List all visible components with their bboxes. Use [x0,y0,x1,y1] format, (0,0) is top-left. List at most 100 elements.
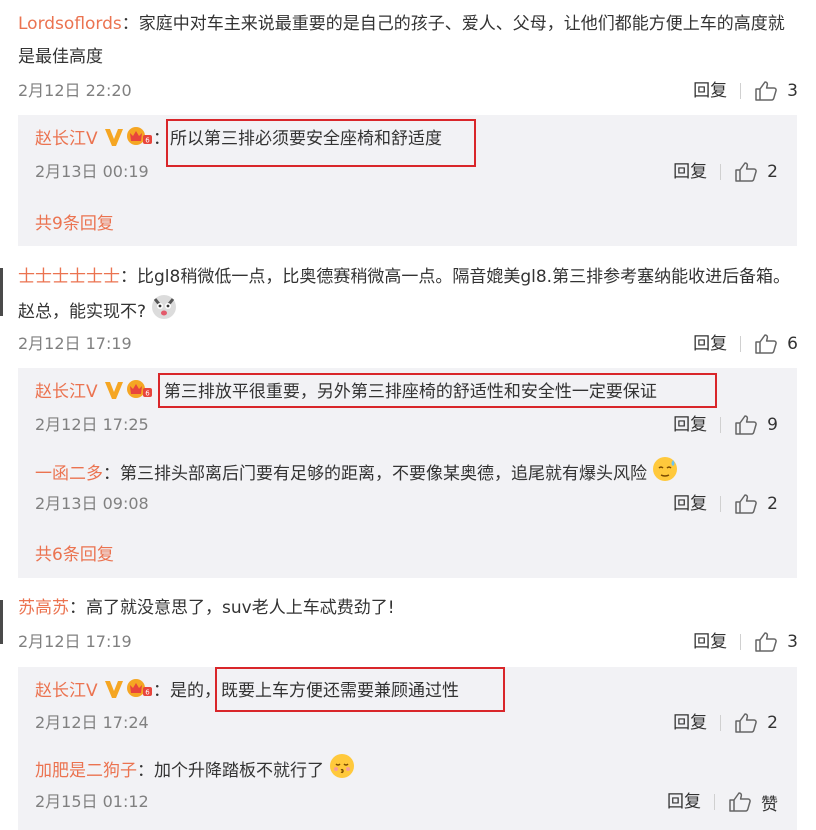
reply-button[interactable]: 回复 [693,629,727,655]
comment-actions: 回复 6 [693,331,798,357]
thumbs-up-icon [735,415,758,435]
svg-text:6: 6 [145,390,150,398]
like-count: 赞 [761,794,778,815]
thumbs-up-icon [755,81,778,101]
like-count: 2 [767,713,778,733]
comment-text: 士士士士士士：比gl8稍微低一点，比奥德赛稍微高一点。隔音媲美gl8.第三排参考… [18,261,798,332]
divider [740,634,742,650]
reply-time: 2月15日 01:12 [35,792,149,811]
sweat-emoji-icon [652,456,678,492]
reply-meta: 2月15日 01:12 回复 赞 [35,789,778,815]
comment-actions: 回复 3 [693,629,798,655]
comment-meta: 2月12日 17:19 回复 3 [18,629,798,655]
like-button[interactable]: 3 [755,632,798,652]
verified-v-icon [103,380,125,410]
verified-v-icon [103,127,125,157]
reply-button[interactable]: 回复 [673,710,707,736]
reply-body: ：第三排头部离后门要有足够的距离，不要像某奥德，追尾就有爆头风险 [103,464,647,484]
reply-actions: 回复 9 [673,412,778,438]
reply-actions: 回复 2 [673,710,778,736]
like-button[interactable]: 赞 [729,790,778,815]
like-count: 3 [787,81,798,101]
reply-body: ：加个升降踏板不就行了 [137,761,324,781]
reply-button[interactable]: 回复 [667,789,701,815]
reply-meta: 2月12日 17:24 回复 2 [35,710,778,736]
reply-actions: 回复 赞 [667,789,778,815]
reply-button[interactable]: 回复 [673,491,707,517]
like-count: 2 [767,162,778,182]
more-replies-link[interactable]: 共6条回复 [35,540,114,565]
vip-crown-icon: 6 [125,125,153,157]
comment-username[interactable]: 士士士士士士 [18,267,120,287]
reply-prefix: ：是的， [153,681,222,701]
highlight-box [158,373,717,408]
reply-button[interactable]: 回复 [693,331,727,357]
like-count: 2 [767,494,778,514]
reply-text: 加肥是二狗子：加个升降踏板不就行了 [35,753,355,789]
comment-time: 2月12日 22:20 [18,81,132,100]
reply-meta: 2月12日 17:25 回复 9 [35,412,778,438]
comment-meta: 2月12日 22:20 回复 3 [18,78,798,104]
reply-actions: 回复 2 [673,159,778,185]
highlight-box [166,119,476,167]
divider [720,496,722,512]
comment-text: 苏高苏：高了就没意思了，suv老人上车忒费劲了! [18,592,798,625]
thumbs-up-icon [735,713,758,733]
verified-v-icon [103,679,125,709]
divider [720,164,722,180]
husky-emoji-icon [151,294,177,332]
reply-username[interactable]: 赵长江V [35,129,98,149]
thumbs-up-icon [735,494,758,514]
reply-text: 一函二多：第三排头部离后门要有足够的距离，不要像某奥德，追尾就有爆头风险 [35,456,678,492]
like-count: 3 [787,632,798,652]
thumbs-up-icon [729,792,751,812]
divider [720,417,722,433]
like-count: 6 [787,334,798,354]
vip-crown-icon: 6 [125,677,153,709]
divider [714,794,715,810]
comment-time: 2月12日 17:19 [18,632,132,651]
divider [740,336,742,352]
comment-time: 2月12日 17:19 [18,334,132,353]
comment-text: Lordsoflords：家庭中对车主来说最重要的是自己的孩子、爱人、父母，让他… [18,8,798,74]
thumbs-up-icon [735,162,758,182]
comment-actions: 回复 3 [693,78,798,104]
vip-crown-icon: 6 [125,378,153,410]
reply-time: 2月12日 17:25 [35,415,149,434]
more-replies-link[interactable]: 共9条回复 [35,209,114,234]
svg-text:6: 6 [145,137,150,145]
like-button[interactable]: 2 [735,713,778,733]
thumbs-up-icon [755,632,778,652]
reply-time: 2月12日 17:24 [35,713,149,732]
comment-meta: 2月12日 17:19 回复 6 [18,331,798,357]
like-button[interactable]: 9 [735,415,778,435]
reply-meta: 2月13日 09:08 回复 2 [35,491,778,517]
reply-time: 2月13日 00:19 [35,162,149,181]
reply-time: 2月13日 09:08 [35,494,149,513]
like-button[interactable]: 2 [735,494,778,514]
like-button[interactable]: 6 [755,334,798,354]
like-button[interactable]: 3 [755,81,798,101]
comment-username[interactable]: Lordsoflords [18,14,122,34]
comment-username[interactable]: 苏高苏 [18,598,69,618]
avatar[interactable] [0,268,3,316]
thumbs-up-icon [755,334,778,354]
divider [740,83,742,99]
reply-username[interactable]: 加肥是二狗子 [35,761,137,781]
reply-button[interactable]: 回复 [673,412,707,438]
comment-body: ：家庭中对车主来说最重要的是自己的孩子、爱人、父母，让他们都能方便上车的高度就是… [18,14,785,67]
reply-button[interactable]: 回复 [673,159,707,185]
divider [720,715,722,731]
reply-username[interactable]: 赵长江V [35,382,98,402]
reply-username[interactable]: 赵长江V [35,681,98,701]
comment-body: ：比gl8稍微低一点，比奥德赛稍微高一点。隔音媲美gl8.第三排参考塞纳能收进后… [18,267,791,322]
reply-actions: 回复 2 [673,491,778,517]
reply-button[interactable]: 回复 [693,78,727,104]
highlight-box [215,667,505,712]
reply-username[interactable]: 一函二多 [35,464,103,484]
svg-text:6: 6 [145,689,150,697]
like-count: 9 [767,415,778,435]
comment-body: ：高了就没意思了，suv老人上车忒费劲了! [69,598,395,618]
avatar[interactable] [0,600,3,644]
like-button[interactable]: 2 [735,162,778,182]
